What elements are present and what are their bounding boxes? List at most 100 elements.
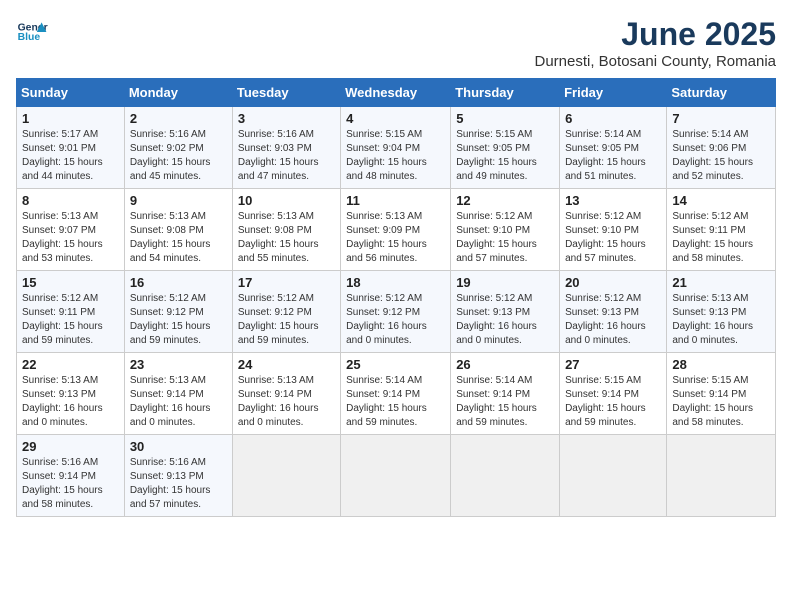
calendar-cell: 30 Sunrise: 5:16 AMSunset: 9:13 PMDayligh… <box>124 435 232 517</box>
calendar-cell: 20 Sunrise: 5:12 AMSunset: 9:13 PMDayligh… <box>560 271 667 353</box>
title-area: June 2025 Durnesti, Botosani County, Rom… <box>534 16 776 70</box>
day-info: Sunrise: 5:13 AMSunset: 9:08 PMDaylight:… <box>130 210 227 266</box>
calendar-cell <box>667 435 776 517</box>
calendar-cell: 24Sunrise: 5:13 AMSunset: 9:14 PMDayligh… <box>232 353 340 435</box>
calendar-cell: 21 Sunrise: 5:13 AMSunset: 9:13 PMDayligh… <box>667 271 776 353</box>
day-number: 25 <box>346 357 445 372</box>
day-info: Sunrise: 5:12 AMSunset: 9:13 PMDaylight:… <box>565 292 661 348</box>
calendar-cell <box>451 435 560 517</box>
col-monday: Monday <box>124 79 232 107</box>
day-info: Sunrise: 5:13 AMSunset: 9:14 PMDaylight:… <box>238 374 335 430</box>
calendar-row: 15 Sunrise: 5:12 AMSunset: 9:11 PMDayligh… <box>17 271 776 353</box>
calendar-cell: 7 Sunrise: 5:14 AMSunset: 9:06 PMDaylight… <box>667 107 776 189</box>
calendar-title: June 2025 <box>534 16 776 53</box>
calendar-cell <box>232 435 340 517</box>
day-number: 12 <box>456 193 554 208</box>
calendar-cell: 28Sunrise: 5:15 AMSunset: 9:14 PMDayligh… <box>667 353 776 435</box>
day-number: 2 <box>130 111 227 126</box>
day-number: 11 <box>346 193 445 208</box>
day-number: 27 <box>565 357 661 372</box>
calendar-cell: 29 Sunrise: 5:16 AMSunset: 9:14 PMDayligh… <box>17 435 125 517</box>
calendar-cell: 9 Sunrise: 5:13 AMSunset: 9:08 PMDaylight… <box>124 189 232 271</box>
logo: General Blue <box>16 16 48 48</box>
day-number: 17 <box>238 275 335 290</box>
day-info: Sunrise: 5:13 AMSunset: 9:08 PMDaylight:… <box>238 210 335 266</box>
day-number: 1 <box>22 111 119 126</box>
day-info: Sunrise: 5:14 AMSunset: 9:14 PMDaylight:… <box>456 374 554 430</box>
calendar-cell: 25 Sunrise: 5:14 AMSunset: 9:14 PMDayligh… <box>341 353 451 435</box>
day-info: Sunrise: 5:14 AMSunset: 9:05 PMDaylight:… <box>565 128 661 184</box>
header-row: Sunday Monday Tuesday Wednesday Thursday… <box>17 79 776 107</box>
day-number: 10 <box>238 193 335 208</box>
day-info: Sunrise: 5:16 AMSunset: 9:14 PMDaylight:… <box>22 456 119 512</box>
day-info: Sunrise: 5:12 AMSunset: 9:10 PMDaylight:… <box>565 210 661 266</box>
calendar-cell <box>560 435 667 517</box>
col-friday: Friday <box>560 79 667 107</box>
calendar-cell: 15 Sunrise: 5:12 AMSunset: 9:11 PMDayligh… <box>17 271 125 353</box>
day-info: Sunrise: 5:12 AMSunset: 9:12 PMDaylight:… <box>130 292 227 348</box>
day-number: 30 <box>130 439 227 454</box>
calendar-cell: 6 Sunrise: 5:14 AMSunset: 9:05 PMDaylight… <box>560 107 667 189</box>
day-number: 6 <box>565 111 661 126</box>
day-info: Sunrise: 5:16 AMSunset: 9:02 PMDaylight:… <box>130 128 227 184</box>
day-info: Sunrise: 5:13 AMSunset: 9:14 PMDaylight:… <box>130 374 227 430</box>
day-number: 7 <box>672 111 770 126</box>
calendar-cell: 12 Sunrise: 5:12 AMSunset: 9:10 PMDayligh… <box>451 189 560 271</box>
day-number: 3 <box>238 111 335 126</box>
day-info: Sunrise: 5:15 AMSunset: 9:05 PMDaylight:… <box>456 128 554 184</box>
calendar-cell: 27 Sunrise: 5:15 AMSunset: 9:14 PMDayligh… <box>560 353 667 435</box>
day-info: Sunrise: 5:12 AMSunset: 9:12 PMDaylight:… <box>346 292 445 348</box>
col-wednesday: Wednesday <box>341 79 451 107</box>
calendar-cell: 22 Sunrise: 5:13 AMSunset: 9:13 PMDayligh… <box>17 353 125 435</box>
calendar-cell <box>341 435 451 517</box>
col-thursday: Thursday <box>451 79 560 107</box>
day-info: Sunrise: 5:17 AMSunset: 9:01 PMDaylight:… <box>22 128 119 184</box>
calendar-cell: 3Sunrise: 5:16 AMSunset: 9:03 PMDaylight… <box>232 107 340 189</box>
day-number: 26 <box>456 357 554 372</box>
day-number: 23 <box>130 357 227 372</box>
svg-text:Blue: Blue <box>18 32 41 43</box>
header: General Blue June 2025 Durnesti, Botosan… <box>16 16 776 70</box>
day-number: 14 <box>672 193 770 208</box>
day-number: 20 <box>565 275 661 290</box>
day-info: Sunrise: 5:14 AMSunset: 9:14 PMDaylight:… <box>346 374 445 430</box>
day-number: 18 <box>346 275 445 290</box>
col-sunday: Sunday <box>17 79 125 107</box>
col-saturday: Saturday <box>667 79 776 107</box>
day-info: Sunrise: 5:13 AMSunset: 9:13 PMDaylight:… <box>22 374 119 430</box>
day-number: 21 <box>672 275 770 290</box>
day-number: 29 <box>22 439 119 454</box>
day-number: 13 <box>565 193 661 208</box>
day-info: Sunrise: 5:16 AMSunset: 9:13 PMDaylight:… <box>130 456 227 512</box>
day-info: Sunrise: 5:15 AMSunset: 9:14 PMDaylight:… <box>565 374 661 430</box>
calendar-cell: 1 Sunrise: 5:17 AMSunset: 9:01 PMDaylight… <box>17 107 125 189</box>
day-number: 5 <box>456 111 554 126</box>
calendar-cell: 16Sunrise: 5:12 AMSunset: 9:12 PMDayligh… <box>124 271 232 353</box>
day-info: Sunrise: 5:14 AMSunset: 9:06 PMDaylight:… <box>672 128 770 184</box>
calendar-cell: 10 Sunrise: 5:13 AMSunset: 9:08 PMDayligh… <box>232 189 340 271</box>
calendar-row: 8Sunrise: 5:13 AMSunset: 9:07 PMDaylight… <box>17 189 776 271</box>
day-info: Sunrise: 5:13 AMSunset: 9:13 PMDaylight:… <box>672 292 770 348</box>
calendar-row: 1 Sunrise: 5:17 AMSunset: 9:01 PMDaylight… <box>17 107 776 189</box>
day-number: 15 <box>22 275 119 290</box>
calendar-table: Sunday Monday Tuesday Wednesday Thursday… <box>16 78 776 517</box>
day-info: Sunrise: 5:12 AMSunset: 9:10 PMDaylight:… <box>456 210 554 266</box>
day-number: 22 <box>22 357 119 372</box>
calendar-cell: 23 Sunrise: 5:13 AMSunset: 9:14 PMDayligh… <box>124 353 232 435</box>
day-info: Sunrise: 5:12 AMSunset: 9:11 PMDaylight:… <box>22 292 119 348</box>
calendar-cell: 13 Sunrise: 5:12 AMSunset: 9:10 PMDayligh… <box>560 189 667 271</box>
calendar-body: 1 Sunrise: 5:17 AMSunset: 9:01 PMDaylight… <box>17 107 776 517</box>
day-number: 4 <box>346 111 445 126</box>
day-number: 28 <box>672 357 770 372</box>
day-number: 9 <box>130 193 227 208</box>
calendar-cell: 2 Sunrise: 5:16 AMSunset: 9:02 PMDaylight… <box>124 107 232 189</box>
calendar-cell: 26 Sunrise: 5:14 AMSunset: 9:14 PMDayligh… <box>451 353 560 435</box>
day-info: Sunrise: 5:12 AMSunset: 9:12 PMDaylight:… <box>238 292 335 348</box>
calendar-row: 29 Sunrise: 5:16 AMSunset: 9:14 PMDayligh… <box>17 435 776 517</box>
day-number: 8 <box>22 193 119 208</box>
calendar-cell: 5 Sunrise: 5:15 AMSunset: 9:05 PMDaylight… <box>451 107 560 189</box>
day-number: 19 <box>456 275 554 290</box>
calendar-cell: 4Sunrise: 5:15 AMSunset: 9:04 PMDaylight… <box>341 107 451 189</box>
calendar-cell: 17 Sunrise: 5:12 AMSunset: 9:12 PMDayligh… <box>232 271 340 353</box>
col-tuesday: Tuesday <box>232 79 340 107</box>
